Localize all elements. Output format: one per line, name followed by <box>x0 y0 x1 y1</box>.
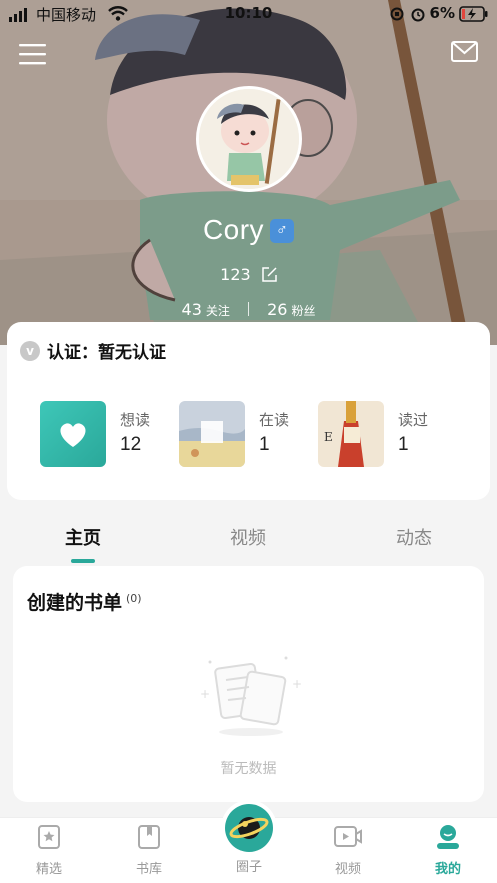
avatar[interactable] <box>196 86 302 192</box>
lock-rotation-icon <box>390 7 404 21</box>
shelf-count: 1 <box>398 434 409 455</box>
nav-circle[interactable] <box>221 800 277 856</box>
followers-label: 粉丝 <box>291 304 316 318</box>
shelf-label: 在读 <box>259 411 290 429</box>
nav-me[interactable]: 我的 <box>418 824 478 877</box>
active-tab-indicator <box>71 559 95 563</box>
certification-text: 认证：暂无认证 <box>47 343 166 363</box>
alarm-icon <box>411 8 425 22</box>
male-gender-icon: ♂ <box>270 219 295 243</box>
shelf-label: 想读 <box>120 411 151 429</box>
hamburger-menu-icon[interactable] <box>19 42 46 66</box>
divider <box>248 302 249 316</box>
svg-text:+: + <box>292 677 302 691</box>
avatar-image <box>199 89 299 189</box>
user-profile-icon <box>437 825 459 849</box>
edit-icon[interactable] <box>262 267 277 282</box>
reading-card: v 认证：暂无认证 想读 12 在读 1 E 读过 1 <box>7 322 490 500</box>
following-label: 关注 <box>205 304 230 318</box>
read-book-cover: E <box>318 401 384 467</box>
empty-state-text: 暂无数据 <box>220 761 277 777</box>
nav-label: 视频 <box>334 862 361 877</box>
reading-book-cover <box>179 401 245 467</box>
nav-label: 精选 <box>35 862 62 877</box>
shelf-label: 读过 <box>398 411 429 429</box>
shelf-read[interactable]: E 读过 1 <box>318 401 428 467</box>
shelf-reading[interactable]: 在读 1 <box>179 401 289 467</box>
booklist-title: 创建的书单 (0) <box>27 588 142 615</box>
svg-text:E: E <box>324 430 333 444</box>
bio[interactable]: 123 <box>0 265 497 284</box>
status-bar: 中国移动 10:10 6% <box>0 0 497 28</box>
shelf-count: 1 <box>259 434 270 455</box>
follow-stats: 43 关注 26 粉丝 <box>0 300 497 319</box>
video-play-icon <box>334 826 362 847</box>
nav-video[interactable]: 视频 <box>318 824 378 877</box>
nav-featured[interactable]: 精选 <box>19 824 79 877</box>
svg-text:+: + <box>200 687 210 701</box>
tab-home[interactable]: 主页 <box>65 524 101 550</box>
empty-documents-icon: + + <box>200 656 302 736</box>
followers-count: 26 <box>267 300 288 319</box>
verified-badge-icon: v <box>20 340 40 361</box>
profile-tabs: 主页 视频 动态 <box>0 520 497 563</box>
following-count: 43 <box>181 300 202 319</box>
star-book-icon <box>38 825 60 849</box>
battery-charging-icon <box>459 6 488 22</box>
want-to-read-cover <box>40 401 106 467</box>
shelf-want-to-read[interactable]: 想读 12 <box>40 401 150 467</box>
nav-library[interactable]: 书库 <box>119 824 179 877</box>
certification-row[interactable]: v 认证：暂无认证 <box>20 338 166 363</box>
bio-text: 123 <box>220 265 251 284</box>
username-text: Cory <box>202 214 265 245</box>
mail-icon[interactable] <box>451 41 478 62</box>
nav-label: 我的 <box>434 862 461 877</box>
following-stat[interactable]: 43 关注 <box>182 300 230 319</box>
nav-label: 书库 <box>135 862 162 877</box>
followers-stat[interactable]: 26 粉丝 <box>267 300 315 319</box>
tab-videos[interactable]: 视频 <box>230 524 266 550</box>
shelf-count: 12 <box>120 434 142 455</box>
planet-icon <box>229 817 269 839</box>
booklist-title-text: 创建的书单 <box>27 592 123 614</box>
heart-icon <box>60 423 86 447</box>
tab-activity[interactable]: 动态 <box>396 524 432 550</box>
username: Cory ♂ <box>0 214 497 246</box>
nav-circle-label[interactable]: 圈子 <box>219 856 279 875</box>
battery-percent: 6% <box>429 4 455 22</box>
booklist-section: 创建的书单 (0) + + 暂无数据 <box>13 566 484 802</box>
booklist-count: (0) <box>126 591 142 605</box>
bookshelf-icon <box>138 825 160 849</box>
